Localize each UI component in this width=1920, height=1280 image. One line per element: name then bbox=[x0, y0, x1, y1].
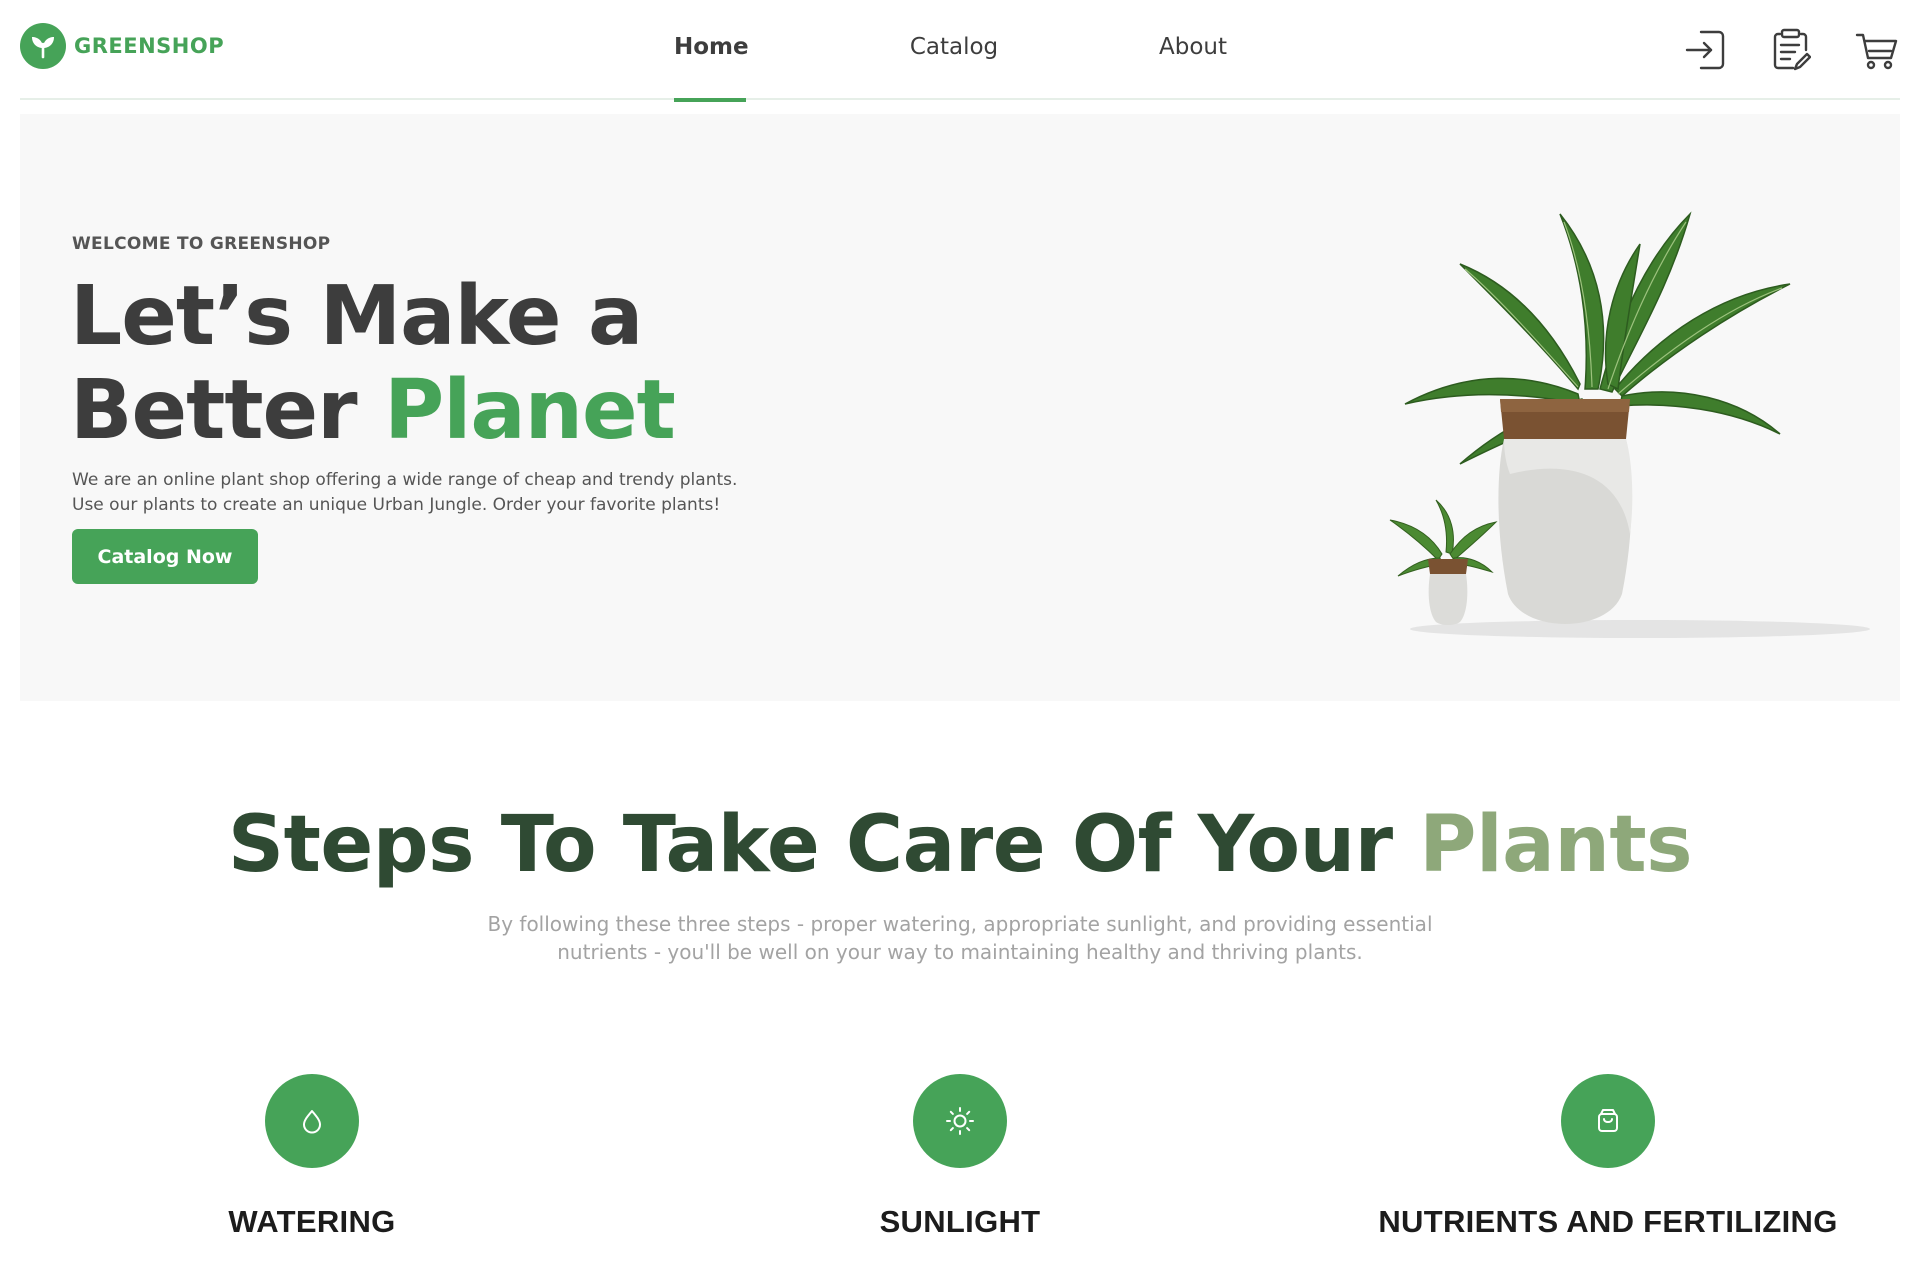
catalog-now-button[interactable]: Catalog Now bbox=[72, 529, 258, 584]
steps-title: Steps To Take Care Of Your Plants bbox=[0, 800, 1920, 890]
step-nutrients: NUTRIENTS AND FERTILIZING bbox=[1308, 1074, 1908, 1240]
hero-title-line2: Better Planet bbox=[70, 364, 870, 458]
hero-description-line2: Use our plants to create an unique Urban… bbox=[72, 495, 721, 515]
step-watering: WATERING bbox=[12, 1074, 612, 1240]
orders-icon[interactable] bbox=[1768, 27, 1814, 73]
main-nav: Home Catalog About bbox=[20, 0, 1900, 102]
steps-description-line2: nutrients - you'll be well on your way t… bbox=[557, 940, 1363, 964]
water-drop-icon bbox=[265, 1074, 359, 1168]
bag-icon bbox=[1561, 1074, 1655, 1168]
sun-icon bbox=[913, 1074, 1007, 1168]
hero-kicker: WELCOME TO GREENSHOP bbox=[72, 234, 331, 254]
site-header: GREENSHOP Home Catalog About bbox=[20, 0, 1900, 102]
step-label-sunlight: SUNLIGHT bbox=[879, 1204, 1041, 1239]
hero-description: We are an online plant shop offering a w… bbox=[72, 468, 792, 518]
hero-title-line1: Let’s Make a bbox=[70, 269, 643, 364]
hero-title-accent: Planet bbox=[384, 363, 676, 458]
nav-about[interactable]: About bbox=[1153, 34, 1233, 100]
step-sunlight: SUNLIGHT bbox=[660, 1074, 1260, 1240]
hero-title: Let’s Make a Better Planet bbox=[70, 270, 870, 458]
nav-catalog[interactable]: Catalog bbox=[904, 34, 1004, 100]
step-label-nutrients: NUTRIENTS AND FERTILIZING bbox=[1378, 1204, 1838, 1239]
steps-title-accent: Plants bbox=[1419, 800, 1693, 890]
plant-image bbox=[1389, 211, 1870, 638]
header-actions bbox=[1682, 26, 1900, 74]
hero-title-plain: Better bbox=[70, 363, 385, 458]
step-label-watering: WATERING bbox=[228, 1204, 396, 1239]
steps-description: By following these three steps - proper … bbox=[460, 910, 1460, 966]
hero-banner: WELCOME TO GREENSHOP Let’s Make a Better… bbox=[20, 114, 1900, 701]
nav-home[interactable]: Home bbox=[674, 34, 749, 102]
steps-description-line1: By following these three steps - proper … bbox=[487, 912, 1433, 936]
cart-icon[interactable] bbox=[1854, 27, 1900, 73]
hero-description-line1: We are an online plant shop offering a w… bbox=[72, 470, 738, 490]
steps-title-plain: Steps To Take Care Of Your bbox=[227, 800, 1420, 890]
login-icon[interactable] bbox=[1682, 27, 1728, 73]
